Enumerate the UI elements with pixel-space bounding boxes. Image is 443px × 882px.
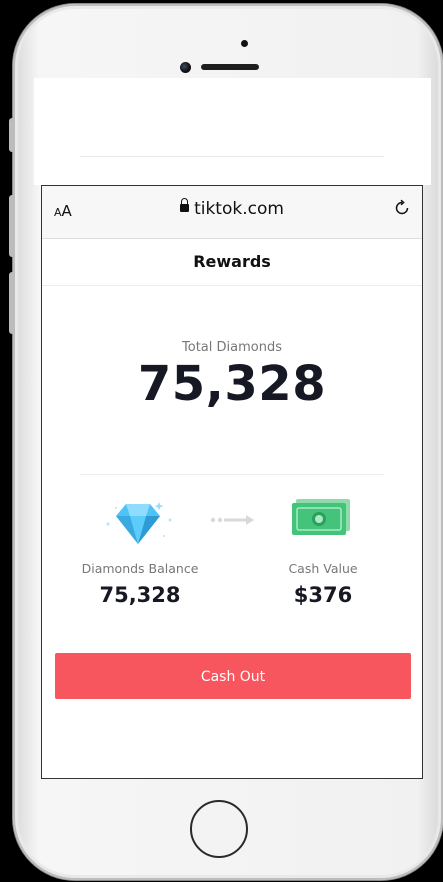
- volume-up-button: [9, 195, 15, 257]
- domain-text: tiktok.com: [194, 199, 284, 219]
- volume-down-button: [9, 272, 15, 334]
- total-diamonds-label: Total Diamonds: [182, 340, 282, 355]
- cash-value-label: Cash Value: [288, 561, 358, 576]
- cash-out-button[interactable]: Cash Out: [55, 653, 411, 699]
- page-title: Rewards: [42, 238, 422, 286]
- cash-value-amount: $376: [293, 583, 353, 607]
- lock-icon: [180, 198, 190, 212]
- cash-icon: [292, 499, 350, 535]
- proximity-sensor: [241, 40, 248, 47]
- front-camera: [180, 62, 191, 73]
- browser-screen: AA tiktok.com Rewards Total Diamonds 75,…: [41, 185, 423, 779]
- diamond-icon: [106, 502, 172, 544]
- diamonds-balance-value: 75,328: [99, 583, 181, 607]
- diamonds-balance-label: Diamonds Balance: [81, 561, 199, 576]
- arrow-right-icon: [210, 515, 254, 525]
- mute-switch: [9, 118, 15, 152]
- reload-icon-svg: [395, 199, 409, 215]
- section-divider: [80, 474, 384, 475]
- total-diamonds-value: 75,328: [137, 356, 327, 412]
- reload-icon[interactable]: [393, 199, 411, 222]
- status-bar-area: [34, 78, 431, 185]
- earpiece-speaker: [201, 64, 259, 70]
- url-bar[interactable]: AA tiktok.com: [42, 186, 422, 239]
- address-field[interactable]: tiktok.com: [42, 198, 422, 219]
- home-button[interactable]: [190, 800, 248, 858]
- status-divider: [80, 156, 384, 157]
